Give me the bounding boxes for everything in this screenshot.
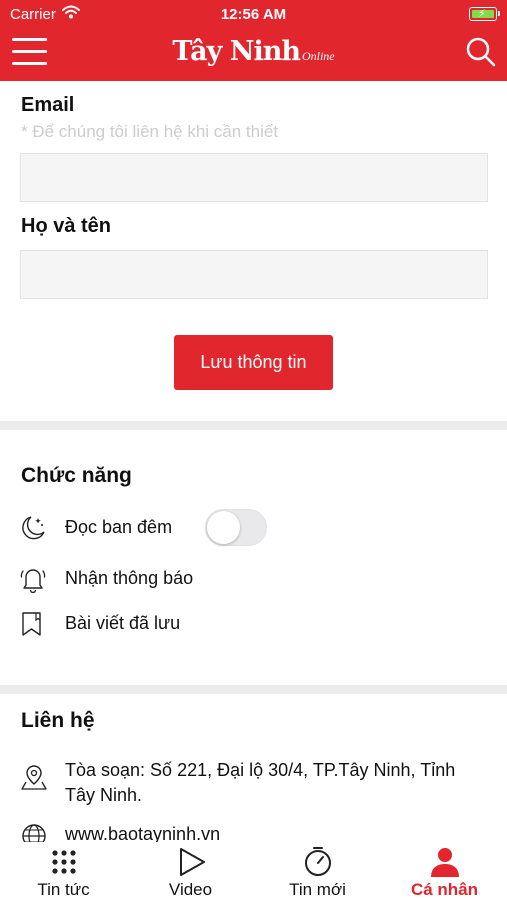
bottom-tab-bar: Tin tức Video Tin mới Cá nhân xyxy=(0,842,507,900)
email-field[interactable] xyxy=(20,153,488,202)
logo-main-text: Tây Ninh xyxy=(172,36,301,67)
toggle-knob xyxy=(207,511,240,544)
features-title: Chức năng xyxy=(21,464,132,487)
contact-title: Liên hệ xyxy=(21,709,95,732)
notification-row[interactable]: Nhận thông báo xyxy=(19,563,239,594)
status-bar: Carrier 12:56 AM ⚡ xyxy=(0,4,507,24)
tab-news-label: Tin tức xyxy=(37,880,90,899)
night-mode-icon xyxy=(19,514,47,542)
section-separator xyxy=(0,685,507,694)
save-info-button[interactable]: Lưu thông tin xyxy=(174,335,333,390)
tab-latest[interactable]: Tin mới xyxy=(254,842,381,900)
bookmark-icon xyxy=(19,610,47,638)
tab-latest-label: Tin mới xyxy=(289,880,346,899)
logo-sub-text: Online xyxy=(301,49,335,63)
notification-label: Nhận thông báo xyxy=(65,568,194,588)
saved-articles-row[interactable]: Bài viết đã lưu xyxy=(19,608,239,638)
night-mode-label: Đọc ban đêm xyxy=(65,517,173,537)
grid-icon xyxy=(48,846,80,878)
battery-icon: ⚡ xyxy=(469,7,500,21)
tab-profile-label: Cá nhân xyxy=(410,880,479,899)
name-label: Họ và tên xyxy=(21,215,112,237)
play-icon xyxy=(175,846,207,878)
section-separator xyxy=(0,421,507,430)
email-label: Email xyxy=(21,94,75,116)
search-icon xyxy=(466,37,496,67)
saved-articles-label: Bài viết đã lưu xyxy=(65,613,181,633)
bell-icon xyxy=(19,565,47,594)
person-icon xyxy=(429,846,461,878)
tab-video-label: Video xyxy=(168,880,213,899)
night-mode-toggle[interactable] xyxy=(205,509,267,546)
status-time: 12:56 AM xyxy=(220,6,287,23)
email-hint: * Để chúng tôi liên hệ khi cần thiết xyxy=(21,122,279,141)
tab-video[interactable]: Video xyxy=(127,842,254,900)
timer-icon xyxy=(302,846,334,878)
search-button[interactable] xyxy=(465,36,497,68)
contact-address: Tòa soạn: Số 221, Đại lộ 30/4, TP.Tây Ni… xyxy=(65,760,456,805)
app-logo: Tây Ninh Online xyxy=(0,36,507,67)
tab-news[interactable]: Tin tức xyxy=(0,842,127,900)
app-header: Carrier 12:56 AM ⚡ Tây Ninh Online xyxy=(0,0,507,81)
night-mode-row: Đọc ban đêm xyxy=(19,512,189,542)
name-field[interactable] xyxy=(20,250,488,299)
tab-profile[interactable]: Cá nhân xyxy=(381,842,507,900)
location-pin-icon xyxy=(20,763,48,791)
